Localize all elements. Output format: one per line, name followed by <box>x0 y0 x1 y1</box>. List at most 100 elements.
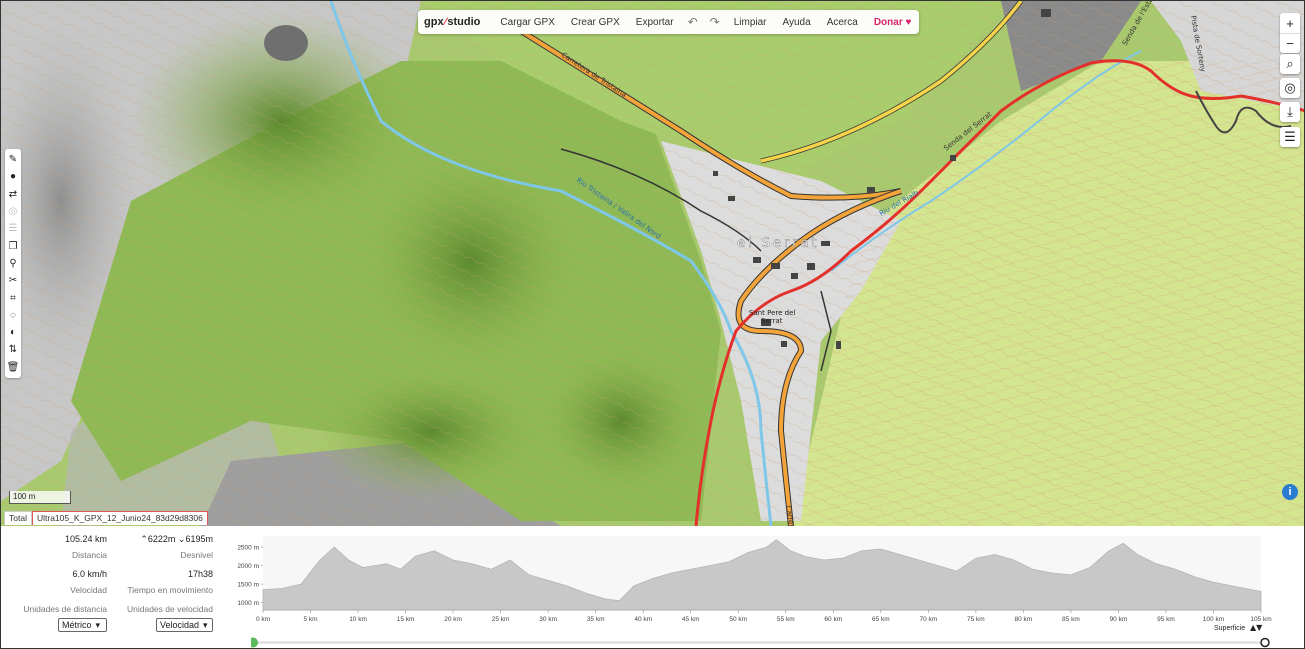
drop-icon[interactable]: ● <box>5 168 21 185</box>
merge-icon[interactable]: ⇅ <box>5 341 21 358</box>
heart-icon: ♥ <box>905 16 912 28</box>
tab-total[interactable]: Total <box>4 511 32 525</box>
y-tick-label: 2500 m <box>237 545 259 552</box>
x-tick-label: 100 km <box>1203 616 1224 623</box>
list-icon[interactable]: ☰ <box>5 220 21 237</box>
x-tick-label: 25 km <box>492 616 510 623</box>
x-tick-label: 30 km <box>539 616 557 623</box>
y-tick-label: 1500 m <box>237 582 259 589</box>
hide-icon[interactable]: ◌ <box>5 307 21 324</box>
distance-units-select[interactable]: Métrico ▾ <box>58 618 107 632</box>
x-tick-label: 10 km <box>349 616 367 623</box>
y-tick-label: 1000 m <box>237 600 259 607</box>
left-tool-column: ✎ ● ⇄ ◎ ☰ ❐ ⚲ ✂ ⌗ ◌ ◐ ⇅ 🗑 <box>5 149 21 378</box>
logo-suffix: studio <box>447 16 481 28</box>
village-label: el Serrat <box>737 236 820 251</box>
y-tick-label: 2000 m <box>237 563 259 570</box>
file-tabs: Total Ultra105_K_GPX_12_Junio24_83d29d83… <box>4 511 208 525</box>
export-button[interactable]: Exportar <box>636 17 674 28</box>
slider-track <box>253 641 1268 644</box>
logo-prefix: gpx <box>424 16 444 28</box>
x-tick-label: 15 km <box>397 616 415 623</box>
speed-units-value: Velocidad <box>160 620 200 630</box>
surface-label: Superficie <box>1214 625 1245 632</box>
palette-icon[interactable]: ◐ <box>5 324 21 341</box>
redo-icon[interactable]: ↷ <box>710 15 720 29</box>
x-tick-label: 75 km <box>967 616 985 623</box>
elevation-down: 6195m <box>185 534 213 544</box>
info-icon[interactable]: i <box>1282 484 1298 500</box>
sort-arrows-icon[interactable]: ▲▼ <box>1250 623 1263 632</box>
speed-units-label: Unidades de velocidad <box>126 604 213 614</box>
distance-value: 105.24 km <box>64 534 107 544</box>
download-icon[interactable]: ⤓ <box>1280 102 1300 122</box>
elevation-label: Desnivel <box>180 550 213 560</box>
x-tick-label: 65 km <box>872 616 890 623</box>
donate-button[interactable]: Donar ♥ <box>874 17 912 28</box>
distance-units-value: Métrico <box>62 620 92 630</box>
waypoint-icon[interactable]: ⚲ <box>5 255 21 272</box>
elevation-up: 6222m <box>147 534 176 544</box>
slider-end-handle[interactable] <box>1260 637 1270 648</box>
crop-icon[interactable]: ⌗ <box>5 289 21 306</box>
x-tick-label: 20 km <box>444 616 462 623</box>
x-tick-label: 5 km <box>303 616 317 623</box>
create-gpx-button[interactable]: Crear GPX <box>571 17 620 28</box>
church-label-line2: Serrat <box>761 317 783 325</box>
range-slider[interactable] <box>251 637 1281 649</box>
scale-bar: 100 m <box>9 491 71 504</box>
distance-label: Distancia <box>72 550 107 560</box>
gpx-studio-logo[interactable]: gpx ⁄ studio <box>424 16 480 28</box>
stats-panel: 105.24 km Distancia ⌃6222m ⌄6195m Desniv… <box>1 526 1305 649</box>
speed-value: 6.0 km/h <box>72 569 107 579</box>
chevron-down-icon: ▾ <box>203 619 208 630</box>
x-tick-label: 35 km <box>587 616 605 623</box>
church-label-line1: Sant Pere del <box>749 309 795 317</box>
x-tick-label: 60 km <box>824 616 842 623</box>
speed-label: Velocidad <box>70 585 107 595</box>
loop-icon[interactable]: ◎ <box>5 203 21 220</box>
copy-icon[interactable]: ❐ <box>5 237 21 254</box>
undo-icon[interactable]: ↶ <box>688 15 698 29</box>
split-icon[interactable]: ✂ <box>5 272 21 289</box>
load-gpx-button[interactable]: Cargar GPX <box>500 17 554 28</box>
elevation-value: ⌃6222m ⌄6195m <box>121 534 213 545</box>
logo-slash-icon: ⁄ <box>444 16 447 28</box>
x-tick-label: 40 km <box>634 616 652 623</box>
zoom-out-button[interactable]: − <box>1280 33 1300 53</box>
app-window: el Serrat Sant Pere del Serrat Carretera… <box>0 0 1305 649</box>
x-tick-label: 0 km <box>256 616 270 623</box>
x-tick-label: 90 km <box>1110 616 1128 623</box>
x-tick-label: 85 km <box>1062 616 1080 623</box>
x-tick-label: 70 km <box>919 616 937 623</box>
moving-time-value: 17h38 <box>187 569 213 579</box>
pencil-icon[interactable]: ✎ <box>5 151 21 168</box>
chevron-down-icon: ▾ <box>95 619 101 630</box>
trash-icon[interactable]: 🗑 <box>5 359 21 376</box>
locate-icon[interactable]: ◎ <box>1280 78 1300 98</box>
zoom-in-button[interactable]: + <box>1280 13 1300 33</box>
reverse-icon[interactable]: ⇄ <box>5 186 21 203</box>
tab-file[interactable]: Ultra105_K_GPX_12_Junio24_83d29d8306 <box>31 511 208 525</box>
x-tick-label: 55 km <box>777 616 795 623</box>
about-button[interactable]: Acerca <box>827 17 858 28</box>
topo-map: el Serrat Sant Pere del Serrat Carretera… <box>1 1 1304 526</box>
download-control: ⤓ <box>1280 102 1300 122</box>
slider-start-handle[interactable] <box>251 637 258 648</box>
x-tick-label: 50 km <box>729 616 747 623</box>
search-icon[interactable]: ⌕ <box>1280 54 1300 74</box>
moving-time-label: Tiempo en movimiento <box>127 585 213 595</box>
speed-units-select[interactable]: Velocidad ▾ <box>156 618 213 632</box>
help-button[interactable]: Ayuda <box>783 17 811 28</box>
clear-button[interactable]: Limpiar <box>734 17 767 28</box>
elevation-profile-chart[interactable]: 1000 m 1500 m 2000 m 2500 m 0 km 5 km 10 km 15 … <box>226 526 1305 649</box>
top-toolbar: gpx ⁄ studio Cargar GPX Crear GPX Exportar… <box>418 10 920 34</box>
map-view[interactable]: el Serrat Sant Pere del Serrat Carretera… <box>1 1 1304 526</box>
locate-control: ◎ <box>1280 78 1300 98</box>
donate-label: Donar <box>873 16 903 28</box>
layers-control: ☰ <box>1280 127 1300 147</box>
distance-units-label: Unidades de distancia <box>23 604 107 614</box>
x-tick-label: 95 km <box>1157 616 1175 623</box>
x-tick-label: 80 km <box>1015 616 1033 623</box>
layers-icon[interactable]: ☰ <box>1280 127 1300 147</box>
